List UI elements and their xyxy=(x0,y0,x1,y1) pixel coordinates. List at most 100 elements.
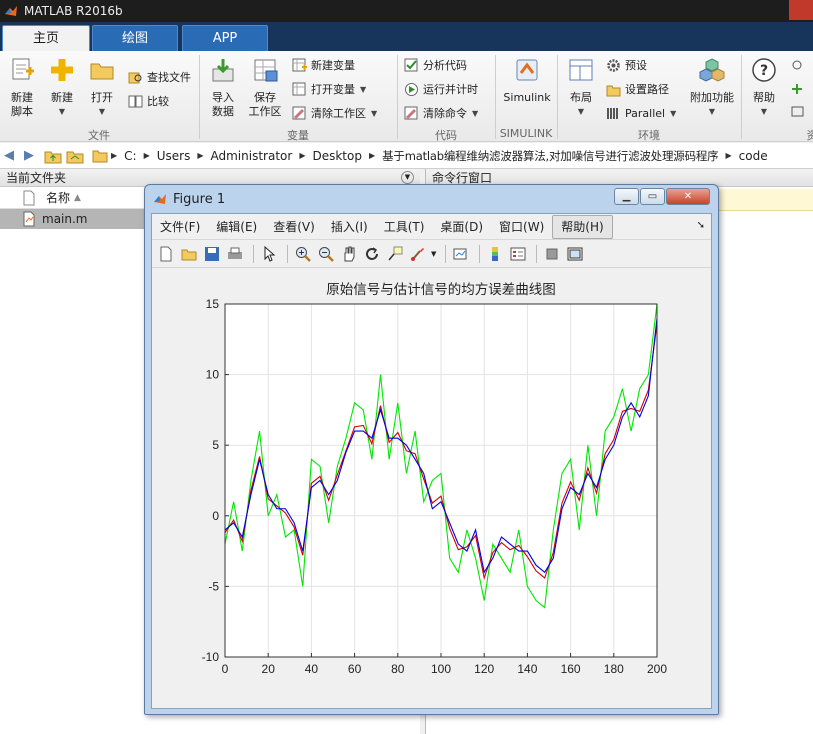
menu-desktop[interactable]: 桌面(D) xyxy=(432,216,491,238)
crumb-separator-icon: ▶ xyxy=(368,151,376,160)
menu-tools[interactable]: 工具(T) xyxy=(376,216,433,238)
crumb-code[interactable]: code xyxy=(739,149,768,163)
panel-menu-icon[interactable]: ▼ xyxy=(401,171,414,184)
legend-icon[interactable] xyxy=(508,244,528,264)
crumb-administrator[interactable]: Administrator xyxy=(211,149,293,163)
figure-titlebar[interactable]: Figure 1 ▁ ▭ ✕ xyxy=(145,185,718,213)
name-column-label: 名称 xyxy=(46,191,71,205)
compare-button[interactable]: 比较 xyxy=(128,91,169,111)
tab-apps[interactable]: APP xyxy=(182,25,268,51)
addons-dropdown-icon[interactable]: ▼ xyxy=(686,105,738,119)
open-button[interactable]: 打开 ▼ xyxy=(84,57,120,119)
open-dropdown-icon[interactable]: ▼ xyxy=(84,105,120,119)
menu-edit[interactable]: 编辑(E) xyxy=(208,216,265,238)
app-close-button[interactable] xyxy=(789,0,813,20)
crumb-drive[interactable]: C: xyxy=(124,149,136,163)
environment-group-label: 环境 xyxy=(638,129,660,142)
close-button[interactable]: ✕ xyxy=(666,188,710,205)
open-file-icon[interactable] xyxy=(179,244,199,264)
new-dropdown-icon[interactable]: ▼ xyxy=(44,105,80,119)
toolbar-separator xyxy=(287,244,288,263)
ribbon-separator xyxy=(741,55,742,139)
brush-dropdown-icon[interactable]: ▼ xyxy=(431,250,436,258)
maximize-button[interactable]: ▭ xyxy=(640,188,665,205)
pointer-icon[interactable] xyxy=(259,244,279,264)
crumb-separator-icon: ▶ xyxy=(111,151,118,160)
y-tick-label: 5 xyxy=(212,438,219,452)
clear-commands-icon xyxy=(404,106,418,119)
open-variable-button[interactable]: 打开变量 ▼ xyxy=(292,79,366,99)
clear-workspace-button[interactable]: 清除工作区 ▼ xyxy=(292,103,377,123)
zoom-out-icon[interactable] xyxy=(316,244,336,264)
open-folder-icon xyxy=(90,63,114,80)
parallel-button[interactable]: Parallel ▼ xyxy=(606,103,676,123)
line-chart[interactable]: 原始信号与估计信号的均方误差曲线图0 20 40 60 80 100 120 140 160 18… xyxy=(152,270,711,708)
clear-commands-dropdown-icon[interactable]: ▼ xyxy=(472,109,478,118)
addons-button[interactable]: 附加功能 ▼ xyxy=(686,57,738,119)
current-folder-title: 当前文件夹 xyxy=(6,171,67,185)
menu-insert[interactable]: 插入(I) xyxy=(323,216,376,238)
help-button[interactable]: ? 帮助 ▼ xyxy=(746,57,782,119)
data-cursor-icon[interactable] xyxy=(385,244,405,264)
layout-dropdown-icon[interactable]: ▼ xyxy=(562,105,600,119)
x-tick-label: 80 xyxy=(391,662,405,676)
resources-small-icons[interactable] xyxy=(790,59,806,119)
help-dropdown-icon[interactable]: ▼ xyxy=(746,105,782,119)
link-plot-icon[interactable] xyxy=(451,244,471,264)
dock-arrow-icon[interactable]: ➘ xyxy=(697,220,705,231)
plot-area[interactable]: 原始信号与估计信号的均方误差曲线图 0 20 40 60 80 100 120 140 160 18… xyxy=(152,270,711,708)
menu-window[interactable]: 窗口(W) xyxy=(491,216,552,238)
import-data-button[interactable]: 导入 数据 xyxy=(204,57,242,119)
x-tick-label: 160 xyxy=(561,662,581,676)
save-icon[interactable] xyxy=(202,244,222,264)
minimize-button[interactable]: ▁ xyxy=(614,188,639,205)
new-button[interactable]: 新建 ▼ xyxy=(44,57,80,119)
forward-arrow-icon[interactable]: ▶ xyxy=(24,148,40,163)
hide-plot-tools-icon[interactable] xyxy=(542,244,562,264)
menu-help[interactable]: 帮助(H) xyxy=(552,214,613,239)
new-variable-label: 新建变量 xyxy=(311,59,355,72)
back-arrow-icon[interactable]: ◀ xyxy=(4,148,20,163)
preferences-button[interactable]: 预设 xyxy=(606,55,647,75)
crumb-users[interactable]: Users xyxy=(157,149,191,163)
run-and-time-button[interactable]: 运行并计时 xyxy=(404,79,478,99)
brush-icon[interactable] xyxy=(408,244,428,264)
analyze-code-label: 分析代码 xyxy=(423,59,467,72)
browse-folder-icon[interactable] xyxy=(66,148,84,164)
clear-workspace-dropdown-icon[interactable]: ▼ xyxy=(371,109,377,118)
toolbar-separator xyxy=(445,244,447,263)
new-variable-button[interactable]: 新建变量 xyxy=(292,55,355,75)
zoom-in-icon[interactable] xyxy=(293,244,313,264)
new-script-button[interactable]: 新建 脚本 xyxy=(4,57,40,119)
open-variable-dropdown-icon[interactable]: ▼ xyxy=(360,85,366,94)
toolbar-separator xyxy=(536,244,538,263)
up-folder-icon[interactable] xyxy=(44,148,62,164)
simulink-button[interactable]: Simulink xyxy=(500,57,554,105)
save-workspace-icon xyxy=(254,59,278,82)
rotate-icon[interactable] xyxy=(362,244,382,264)
crumb-separator-icon: ▶ xyxy=(725,151,732,160)
chart-title: 原始信号与估计信号的均方误差曲线图 xyxy=(326,282,556,298)
save-workspace-button[interactable]: 保存 工作区 xyxy=(246,57,284,119)
print-icon[interactable] xyxy=(225,244,245,264)
compare-label: 比较 xyxy=(147,95,169,108)
ribbon-tabs: 主页 绘图 APP xyxy=(0,22,813,51)
new-figure-icon[interactable] xyxy=(156,244,176,264)
clear-commands-button[interactable]: 清除命令 ▼ xyxy=(404,103,478,123)
toolbar-separator xyxy=(253,244,254,263)
menu-file[interactable]: 文件(F) xyxy=(152,216,208,238)
show-plot-tools-icon[interactable] xyxy=(565,244,585,264)
tab-home[interactable]: 主页 xyxy=(2,25,90,51)
help-label: 帮助 xyxy=(753,91,775,104)
find-files-button[interactable]: 查找文件 xyxy=(128,67,191,87)
set-path-button[interactable]: 设置路径 xyxy=(606,79,669,99)
pan-icon[interactable] xyxy=(339,244,359,264)
colorbar-icon[interactable] xyxy=(485,244,505,264)
analyze-code-button[interactable]: 分析代码 xyxy=(404,55,467,75)
crumb-desktop[interactable]: Desktop xyxy=(312,149,362,163)
menu-view[interactable]: 查看(V) xyxy=(265,216,323,238)
crumb-project-folder[interactable]: 基于matlab编程维纳滤波器算法,对加噪信号进行滤波处理源码程序 xyxy=(382,148,719,164)
layout-button[interactable]: 布局 ▼ xyxy=(562,57,600,119)
parallel-dropdown-icon[interactable]: ▼ xyxy=(670,109,676,118)
tab-plots[interactable]: 绘图 xyxy=(92,25,178,51)
